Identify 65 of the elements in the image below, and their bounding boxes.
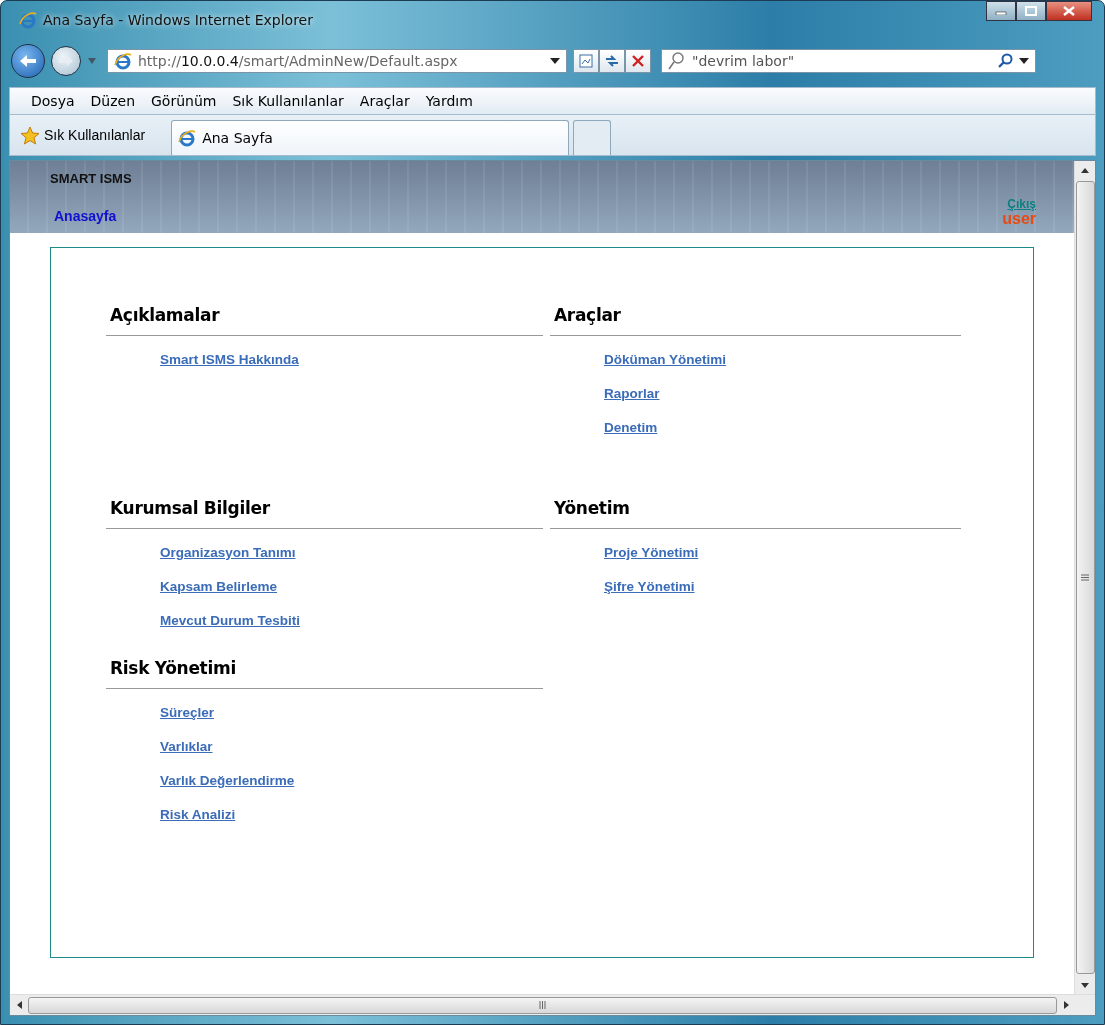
nav-link[interactable]: Döküman Yönetimi bbox=[604, 350, 727, 370]
nav-link[interactable]: Şifre Yönetimi bbox=[604, 577, 695, 597]
nav-link[interactable]: Varlık Değerlendirme bbox=[160, 771, 295, 791]
menu-item[interactable]: Görünüm bbox=[144, 93, 224, 109]
horizontal-scrollbar[interactable] bbox=[10, 994, 1095, 1015]
caret-icon bbox=[550, 58, 560, 64]
nav-link[interactable]: Raporlar bbox=[604, 384, 660, 404]
menu-item[interactable]: Dosya bbox=[24, 93, 82, 109]
nav-link[interactable]: Kapsam Belirleme bbox=[160, 577, 278, 597]
close-button[interactable] bbox=[1046, 1, 1092, 21]
nav-link[interactable]: Denetim bbox=[604, 418, 658, 438]
url-text: http://10.0.0.4/smart/AdminNew/Default.aspx bbox=[138, 53, 459, 69]
search-icon bbox=[668, 52, 684, 70]
menu-item[interactable]: Araçlar bbox=[352, 93, 417, 109]
section-heading: Kurumsal Bilgiler bbox=[110, 497, 271, 520]
browser-logo-icon bbox=[178, 129, 197, 147]
page-icon bbox=[579, 54, 593, 68]
maximize-button[interactable] bbox=[1016, 1, 1046, 21]
site-title: SMART ISMS bbox=[50, 171, 132, 186]
forward-button[interactable] bbox=[51, 46, 81, 76]
back-button[interactable] bbox=[11, 44, 45, 78]
browser-logo-icon bbox=[114, 52, 132, 70]
compatibility-button[interactable] bbox=[573, 49, 599, 73]
section-heading: Açıklamalar bbox=[110, 304, 221, 327]
nav-link[interactable]: Risk Analizi bbox=[160, 805, 236, 825]
nav-link[interactable]: Smart ISMS Hakkında bbox=[160, 350, 299, 370]
window-title: Ana Sayfa - Windows Internet Explorer bbox=[43, 12, 313, 28]
left-arrow-icon bbox=[19, 54, 37, 68]
right-arrow-icon bbox=[58, 55, 74, 67]
section-heading: Araçlar bbox=[554, 304, 622, 327]
section-heading: Risk Yönetimi bbox=[110, 657, 237, 680]
refresh-icon bbox=[604, 54, 620, 68]
search-icon[interactable] bbox=[997, 53, 1013, 69]
stop-button[interactable] bbox=[625, 49, 651, 73]
minimize-button[interactable] bbox=[986, 1, 1016, 21]
menu-item[interactable]: Sık Kullanılanlar bbox=[225, 93, 351, 109]
browser-logo-icon bbox=[19, 11, 37, 29]
nav-link[interactable]: Mevcut Durum Tesbiti bbox=[160, 611, 301, 631]
caret-icon bbox=[87, 58, 97, 64]
browser-tab[interactable]: Ana Sayfa bbox=[171, 120, 570, 155]
search-box[interactable]: "devrim labor" bbox=[661, 49, 1036, 73]
down-arrow-icon bbox=[1081, 982, 1089, 988]
right-arrow-icon bbox=[1063, 1001, 1069, 1009]
home-link[interactable]: Anasayfa bbox=[54, 206, 117, 226]
favorites-button[interactable]: Sık Kullanılanlar bbox=[14, 118, 168, 152]
nav-link[interactable]: Varlıklar bbox=[160, 737, 213, 757]
menu-item[interactable]: Yardım bbox=[418, 93, 480, 109]
maximize-icon bbox=[1025, 6, 1037, 16]
grip-icon bbox=[1081, 574, 1089, 581]
close-icon bbox=[1063, 6, 1075, 16]
up-arrow-icon bbox=[1081, 167, 1089, 173]
left-arrow-icon bbox=[16, 1001, 22, 1009]
grip-icon bbox=[539, 1001, 546, 1009]
username: user bbox=[1002, 211, 1036, 227]
caret-icon[interactable] bbox=[1019, 58, 1029, 64]
section-heading: Yönetim bbox=[554, 497, 631, 520]
nav-link[interactable]: Organizasyon Tanımı bbox=[160, 543, 296, 563]
menu-item[interactable]: Düzen bbox=[83, 93, 142, 109]
star-icon bbox=[20, 125, 40, 145]
stop-icon bbox=[632, 55, 644, 67]
refresh-button[interactable] bbox=[599, 49, 625, 73]
nav-link[interactable]: Proje Yönetimi bbox=[604, 543, 699, 563]
scroll-thumb[interactable] bbox=[28, 996, 1057, 1014]
nav-link[interactable]: Süreçler bbox=[160, 703, 215, 723]
address-field[interactable]: http://10.0.0.4/smart/AdminNew/Default.aspx bbox=[107, 49, 567, 73]
